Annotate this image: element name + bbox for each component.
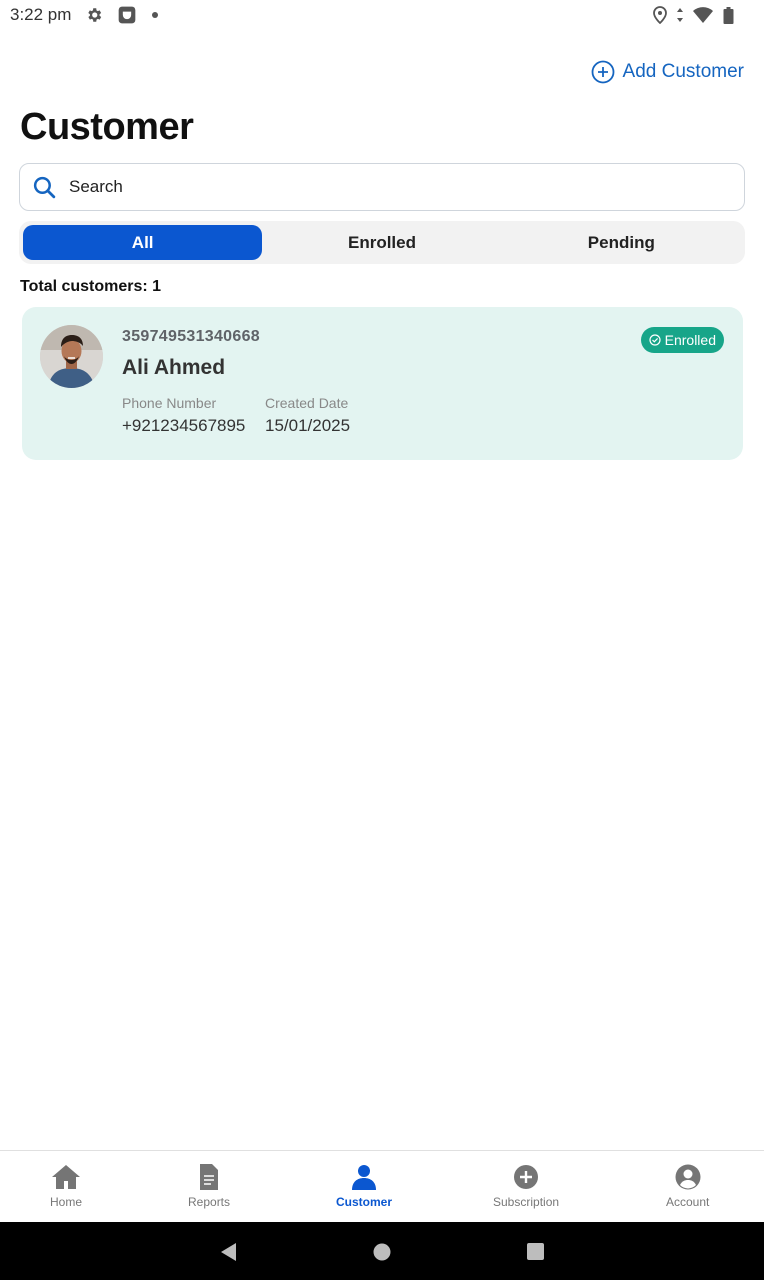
nav-customer-label: Customer bbox=[336, 1195, 393, 1209]
phone-number-value: +921234567895 bbox=[122, 416, 246, 435]
status-badge: Enrolled bbox=[640, 327, 724, 353]
nav-subscription[interactable]: Subscription bbox=[493, 1163, 559, 1209]
search-input[interactable] bbox=[69, 177, 709, 197]
avatar bbox=[40, 325, 103, 388]
status-bar: 3:22 pm bbox=[0, 0, 764, 30]
home-icon bbox=[51, 1163, 81, 1191]
data-arrows-icon bbox=[677, 8, 683, 22]
search-icon bbox=[32, 175, 57, 200]
plus-circle-icon bbox=[512, 1163, 540, 1191]
status-badge-label: Enrolled bbox=[664, 332, 716, 348]
search-bar[interactable] bbox=[19, 163, 745, 211]
wifi-icon bbox=[693, 7, 713, 23]
tab-pending[interactable]: Pending bbox=[502, 225, 741, 260]
nav-home-label: Home bbox=[50, 1195, 83, 1209]
shield-icon bbox=[117, 5, 137, 25]
nav-account-label: Account bbox=[666, 1195, 710, 1209]
location-icon bbox=[653, 6, 667, 24]
add-customer-label: Add Customer bbox=[622, 61, 744, 82]
settings-icon bbox=[85, 6, 103, 24]
add-customer-button[interactable]: Add Customer bbox=[591, 60, 744, 84]
total-customers-count: Total customers: 1 bbox=[20, 278, 162, 295]
status-time: 3:22 pm bbox=[10, 5, 72, 24]
customer-id: 359749531340668 bbox=[122, 328, 260, 345]
recents-icon[interactable] bbox=[527, 1243, 544, 1265]
tab-enrolled[interactable]: Enrolled bbox=[262, 225, 501, 260]
dot-icon bbox=[151, 11, 159, 19]
nav-reports[interactable]: Reports bbox=[188, 1163, 230, 1209]
created-date-value: 15/01/2025 bbox=[265, 416, 351, 435]
nav-customer[interactable]: Customer bbox=[336, 1163, 392, 1209]
bottom-navigation: Home Reports Customer Subscription Accou… bbox=[0, 1150, 764, 1222]
battery-icon bbox=[723, 6, 734, 24]
check-circle-icon bbox=[649, 334, 661, 346]
phone-number-label: Phone Number bbox=[122, 395, 217, 411]
nav-home[interactable]: Home bbox=[50, 1163, 82, 1209]
nav-reports-label: Reports bbox=[188, 1195, 231, 1209]
account-circle-icon bbox=[674, 1163, 702, 1191]
person-icon bbox=[350, 1163, 378, 1191]
customer-card[interactable]: 359749531340668 Ali Ahmed Enrolled Phone… bbox=[22, 307, 743, 460]
customer-name: Ali Ahmed bbox=[122, 356, 226, 379]
tab-all[interactable]: All bbox=[23, 225, 263, 260]
page-title: Customer bbox=[20, 106, 194, 148]
plus-circle-icon bbox=[591, 60, 615, 84]
back-icon[interactable] bbox=[219, 1242, 239, 1267]
filter-tabs: All Enrolled Pending bbox=[19, 221, 745, 264]
nav-account[interactable]: Account bbox=[666, 1163, 709, 1209]
document-icon bbox=[198, 1163, 220, 1191]
home-circle-icon[interactable] bbox=[373, 1243, 391, 1266]
system-navigation-bar bbox=[0, 1222, 764, 1280]
created-date-label: Created Date bbox=[265, 395, 349, 411]
nav-subscription-label: Subscription bbox=[493, 1195, 560, 1209]
